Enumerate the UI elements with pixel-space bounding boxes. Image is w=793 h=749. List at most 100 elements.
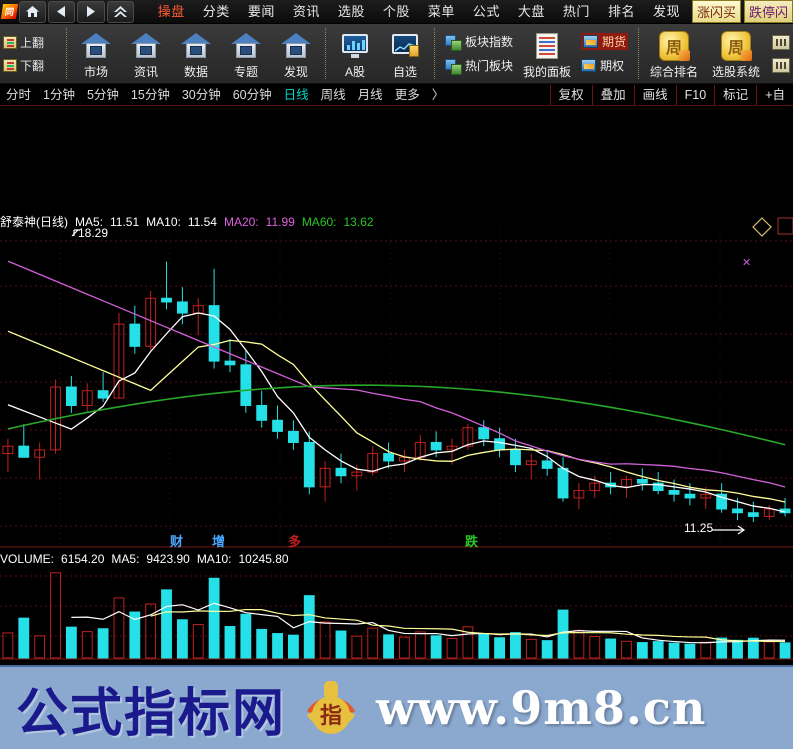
toolbar-item-发现[interactable]: 发现 — [271, 24, 321, 83]
toolbar-item-label: 数据 — [183, 65, 208, 79]
menu-item-7[interactable]: 公式 — [464, 0, 509, 24]
volume-bar — [335, 630, 347, 659]
flash-tag-0[interactable]: 涨闪买 — [691, 0, 741, 23]
toolbar-item-专题[interactable]: 专题 — [221, 24, 271, 83]
candle-body — [494, 438, 506, 451]
flip-down-label: 下翻 — [20, 58, 45, 73]
flip-up-icon — [3, 35, 17, 49]
ma10-label: MA10: — [146, 215, 181, 229]
volume-bar — [684, 643, 696, 659]
period-2[interactable]: 5分钟 — [81, 84, 125, 106]
toolbar-item-期货[interactable]: 期货 — [581, 33, 629, 50]
toolbar-item-资讯[interactable]: 资讯 — [121, 24, 171, 83]
house-icon — [281, 31, 311, 61]
period-8[interactable]: 月线 — [352, 84, 389, 106]
toolbar-item-期权[interactable]: 期权 — [581, 57, 628, 74]
candle-body — [557, 467, 569, 499]
toolbar-item-市场[interactable]: 市场 — [71, 24, 121, 83]
period-button-2[interactable]: 画线 — [633, 84, 676, 105]
flip-down-button[interactable]: 下翻 — [3, 57, 62, 74]
menu-item-0[interactable]: 操盘 — [149, 0, 194, 24]
period-5[interactable]: 60分钟 — [227, 84, 278, 106]
toolbar-item-自选[interactable]: 自选 — [380, 24, 430, 83]
period-1[interactable]: 1分钟 — [37, 84, 81, 106]
toolbar-item-板块指数[interactable]: 板块指数 — [445, 33, 513, 51]
volume-bar — [287, 634, 299, 659]
chart-canvas[interactable]: ✕ — [0, 106, 793, 667]
fx-icon — [581, 59, 597, 72]
menu-item-10[interactable]: 排名 — [599, 0, 644, 24]
document-icon — [533, 31, 561, 61]
main-menu: 操盘 分类 要闻 资讯 选股 个股 菜单 公式 大盘 热门 排名 发现 — [149, 0, 689, 24]
candle-body — [747, 512, 759, 517]
menu-item-11[interactable]: 发现 — [644, 0, 689, 24]
home-icon — [25, 6, 39, 17]
volume-bar — [176, 619, 188, 659]
week-item-group: 周综合排名周选股系统 — [643, 24, 767, 83]
volume-bar — [430, 635, 442, 659]
period-4[interactable]: 30分钟 — [176, 84, 227, 106]
period-0[interactable]: 分时 — [0, 84, 37, 106]
candle-body — [272, 419, 283, 432]
back-button[interactable] — [47, 0, 76, 23]
menu-item-1[interactable]: 分类 — [194, 0, 239, 24]
toolbar-item-A股[interactable]: A股 — [330, 24, 380, 83]
volume-indicator-header: VOLUME: 6154.20 MA5: 9423.90 MA10: 10245.80 — [0, 552, 296, 566]
period-9[interactable]: 更多 — [389, 84, 426, 106]
house-icon — [131, 31, 161, 61]
period-button-3[interactable]: F10 — [675, 84, 715, 105]
period-10[interactable]: 〉 — [426, 84, 451, 106]
home-button[interactable] — [18, 0, 46, 23]
period-6[interactable]: 日线 — [278, 84, 315, 106]
period-7[interactable]: 周线 — [315, 84, 352, 106]
volume-bar — [510, 632, 521, 659]
ma20-value: 11.99 — [265, 215, 295, 229]
volume-bar — [65, 626, 77, 659]
chart-annotation-0: 财 — [170, 534, 184, 549]
triangle-left-icon — [57, 6, 66, 17]
candle-body — [732, 508, 743, 514]
candle-body — [383, 453, 394, 462]
house-icon — [231, 31, 261, 61]
candle-body — [224, 360, 236, 366]
grid-icon-top[interactable] — [772, 34, 790, 50]
menu-item-9[interactable]: 热门 — [554, 0, 599, 24]
banner-title: 公式指标网 — [16, 683, 287, 744]
toolbar-item-数据[interactable]: 数据 — [171, 24, 221, 83]
app-logo-icon[interactable]: 同 — [1, 1, 19, 23]
menu-item-2[interactable]: 要闻 — [239, 0, 284, 24]
toolbar-item-选股系统[interactable]: 周选股系统 — [705, 24, 767, 83]
forward-button[interactable] — [77, 0, 105, 23]
menu-item-3[interactable]: 资讯 — [284, 0, 329, 24]
menu-item-5[interactable]: 个股 — [374, 0, 419, 24]
toolbar-divider — [638, 28, 640, 79]
block-item-group: 板块指数 热门板块 — [439, 24, 519, 83]
candle-body — [335, 467, 347, 477]
period-button-5[interactable]: +自 — [756, 84, 793, 105]
period-3[interactable]: 15分钟 — [125, 84, 176, 106]
flash-tag-1[interactable]: 跌停闪 — [743, 0, 793, 23]
chart-area[interactable]: ✕ 舒泰神(日线) MA5: 11.51 MA10: 11.54 MA20: 11.99 MA… — [0, 106, 793, 680]
blocks-icon — [445, 58, 462, 75]
volume-bar — [208, 577, 220, 659]
house-item-group: 市场 资讯 数据 专题 发现 — [71, 24, 321, 83]
period-button-1[interactable]: 叠加 — [591, 84, 634, 105]
low-price-label: 11.25 — [684, 521, 714, 535]
toolbar-item-label: 资讯 — [133, 65, 158, 79]
toolbar-item-热门板块[interactable]: 热门板块 — [445, 57, 513, 75]
menu-item-8[interactable]: 大盘 — [509, 0, 554, 24]
flip-up-button[interactable]: 上翻 — [3, 34, 62, 51]
up-button[interactable] — [106, 0, 134, 23]
period-button-0[interactable]: 复权 — [549, 84, 592, 105]
my-panel-button[interactable]: 我的面板 — [519, 24, 575, 83]
volume-bar — [636, 642, 648, 659]
ma60-value: 13.62 — [343, 215, 374, 229]
toolbar-item-综合排名[interactable]: 周综合排名 — [643, 24, 705, 83]
menu-item-6[interactable]: 菜单 — [419, 0, 464, 24]
vol-ma10-label: MA10: — [196, 552, 232, 566]
period-button-4[interactable]: 标记 — [714, 84, 756, 105]
grid-icon-bottom[interactable] — [772, 57, 790, 73]
menu-item-4[interactable]: 选股 — [329, 0, 374, 24]
triangle-right-icon — [87, 6, 96, 17]
stock-item-group: A股 自选 — [330, 24, 430, 83]
